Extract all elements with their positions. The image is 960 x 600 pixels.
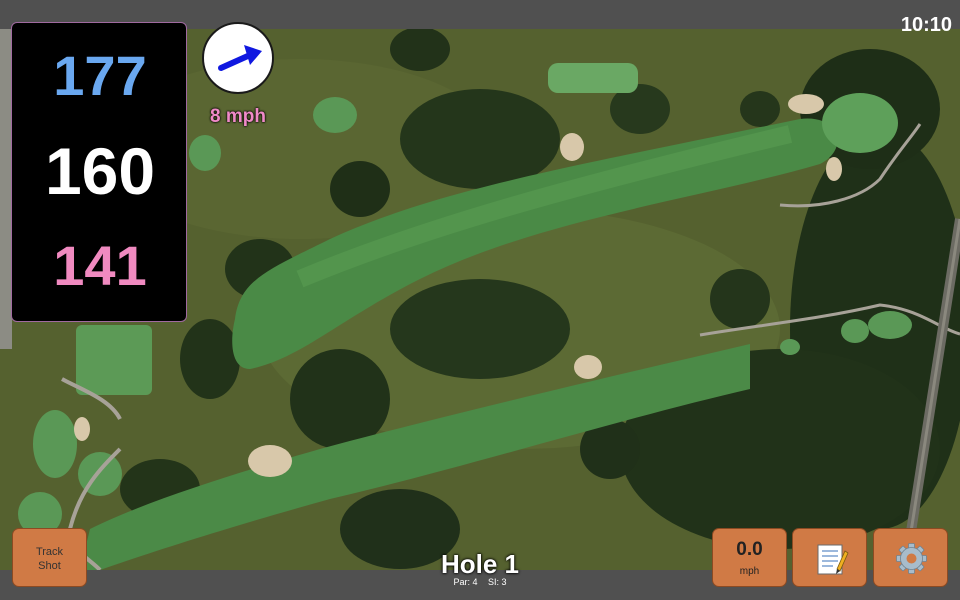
notepad-icon xyxy=(817,544,849,575)
center-distance: 160 xyxy=(44,134,156,208)
hole-info: Par: 4 SI: 3 xyxy=(380,577,580,587)
speed-button[interactable]: 0.0 mph xyxy=(712,528,787,587)
settings-button[interactable] xyxy=(873,528,948,587)
speed-value: 0.0 xyxy=(736,539,763,560)
status-time: 10:10 xyxy=(900,14,952,36)
track-shot-label-line1: Track xyxy=(35,546,64,558)
front-distance: 141 xyxy=(53,234,147,297)
wind-speed-label: 8 mph xyxy=(210,106,266,127)
distance-panel: 177 160 141 xyxy=(11,22,187,322)
hole-par: Par: 4 xyxy=(453,577,478,587)
track-shot-button[interactable]: Track Shot xyxy=(12,528,87,587)
speed-unit: mph xyxy=(739,566,760,577)
notes-button[interactable] xyxy=(792,528,867,587)
arrow-icon xyxy=(218,45,262,71)
hole-stroke-index: SI: 3 xyxy=(488,577,507,587)
back-distance: 177 xyxy=(53,44,147,107)
wind-indicator[interactable] xyxy=(202,22,274,94)
hole-title: Hole 1 xyxy=(440,549,520,579)
gear-icon xyxy=(896,543,927,574)
track-shot-label-line2: Shot xyxy=(38,560,61,572)
